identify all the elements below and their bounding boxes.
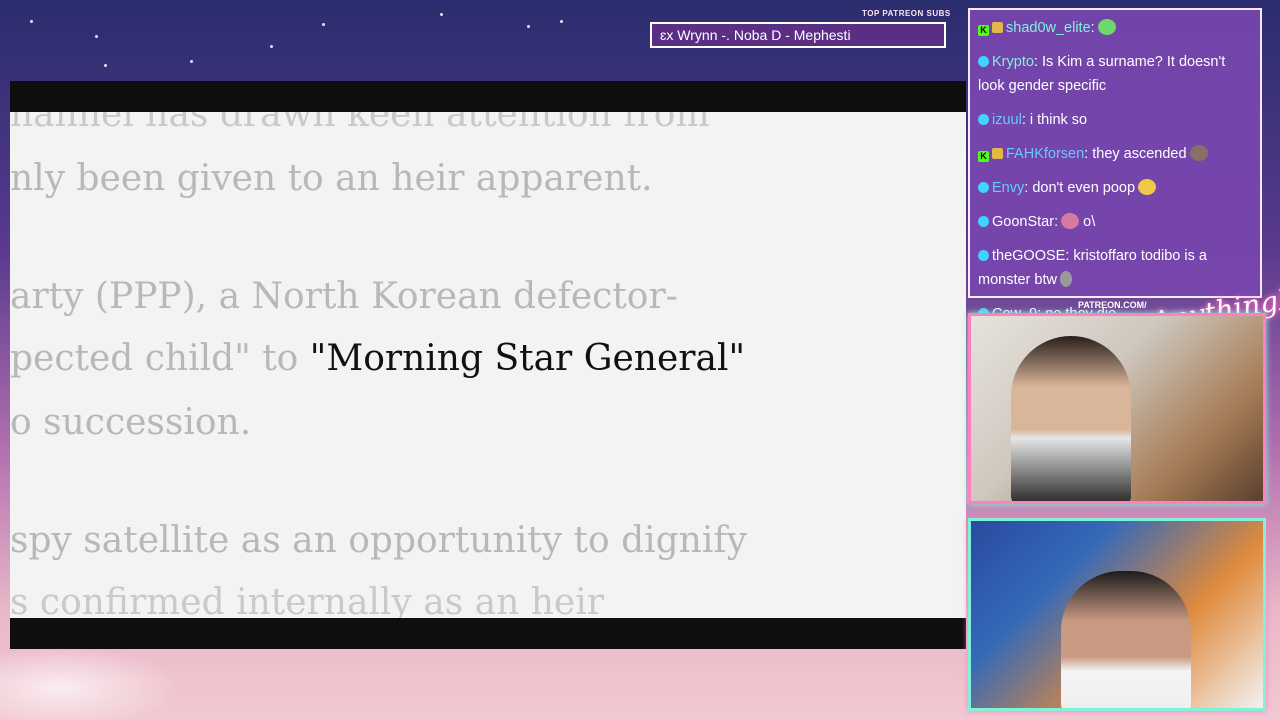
chat-username[interactable]: shad0w_elite <box>1006 20 1091 36</box>
article-page: hannel has drawn keen attention from nly… <box>10 112 966 618</box>
article-line: hannel has drawn keen attention from <box>10 112 710 135</box>
chat-message: izuul: i think so <box>978 108 1252 132</box>
chat-text: o\ <box>1079 214 1096 230</box>
bot-badge-icon <box>978 56 989 67</box>
bot-badge-icon <box>978 250 989 261</box>
bot-badge-icon <box>978 216 989 227</box>
highlighted-phrase: "Morning Star General" <box>309 338 745 379</box>
article-line: arty (PPP), a North Korean defector- <box>10 276 678 317</box>
video-player[interactable]: hannel has drawn keen attention from nly… <box>10 81 966 649</box>
chat-username[interactable]: Envy <box>992 180 1024 196</box>
chat-text: they ascended <box>1092 146 1187 162</box>
sunglasses-emote-icon <box>1138 179 1157 195</box>
article-line: spy satellite as an opportunity to digni… <box>10 520 748 561</box>
face-emote-icon <box>1189 145 1208 161</box>
chat-username[interactable]: izuul <box>992 112 1022 128</box>
webcam-bottom <box>968 518 1266 711</box>
kick-badge-icon: K <box>978 25 989 36</box>
chat-message: GoonStar: o\ <box>978 210 1252 234</box>
chat-message: K FAHKforsen: they ascended <box>978 142 1252 166</box>
chat-message: Envy: don't even poop <box>978 176 1252 200</box>
article-line-text: pected child" to <box>10 338 310 379</box>
chat-panel: Kshad0w_elite: Krypto: Is Kim a surname?… <box>968 8 1262 322</box>
chat-username[interactable]: theGOOSE <box>992 248 1065 264</box>
streamer-avatar <box>1011 336 1131 501</box>
chat-message: Kshad0w_elite: <box>978 16 1252 40</box>
patreon-subs-label: TOP PATREON SUBS <box>862 9 951 18</box>
bot-badge-icon <box>978 182 989 193</box>
chat-username[interactable]: GoonStar <box>992 214 1054 230</box>
pink-emote-icon <box>1061 213 1080 229</box>
decorative-splatter <box>0 640 200 720</box>
webcam-top <box>968 313 1266 504</box>
chat-username[interactable]: FAHKforsen <box>1006 146 1084 162</box>
chat-username[interactable]: Krypto <box>992 54 1034 70</box>
guest-avatar <box>1061 571 1191 708</box>
chat-message: theGOOSE: kristoffaro todibo is a monste… <box>978 248 1207 288</box>
kick-badge-icon: K <box>978 151 989 162</box>
chat-text: i think so <box>1029 112 1088 128</box>
moai-emote-icon <box>1059 271 1072 287</box>
green-emote-icon <box>1097 19 1116 35</box>
article-line-highlight: pected child" to "Morning Star General" <box>10 338 745 379</box>
sub-badge-icon <box>992 148 1003 159</box>
article-line: nly been given to an heir apparent. <box>10 158 653 199</box>
sub-badge-icon <box>992 22 1003 33</box>
chat-message: Krypto: Is Kim a surname? It doesn't loo… <box>978 54 1226 94</box>
patreon-url: PATREON.COM/ <box>1078 300 1147 310</box>
patreon-subs-ticker: ɛx Wrynn -. Noba D - Mephesti <box>650 22 946 48</box>
chat-text: don't even poop <box>1032 180 1136 196</box>
article-line: s confirmed internally as an heir <box>10 582 604 618</box>
article-line: o succession. <box>10 402 252 443</box>
bot-badge-icon <box>978 114 989 125</box>
